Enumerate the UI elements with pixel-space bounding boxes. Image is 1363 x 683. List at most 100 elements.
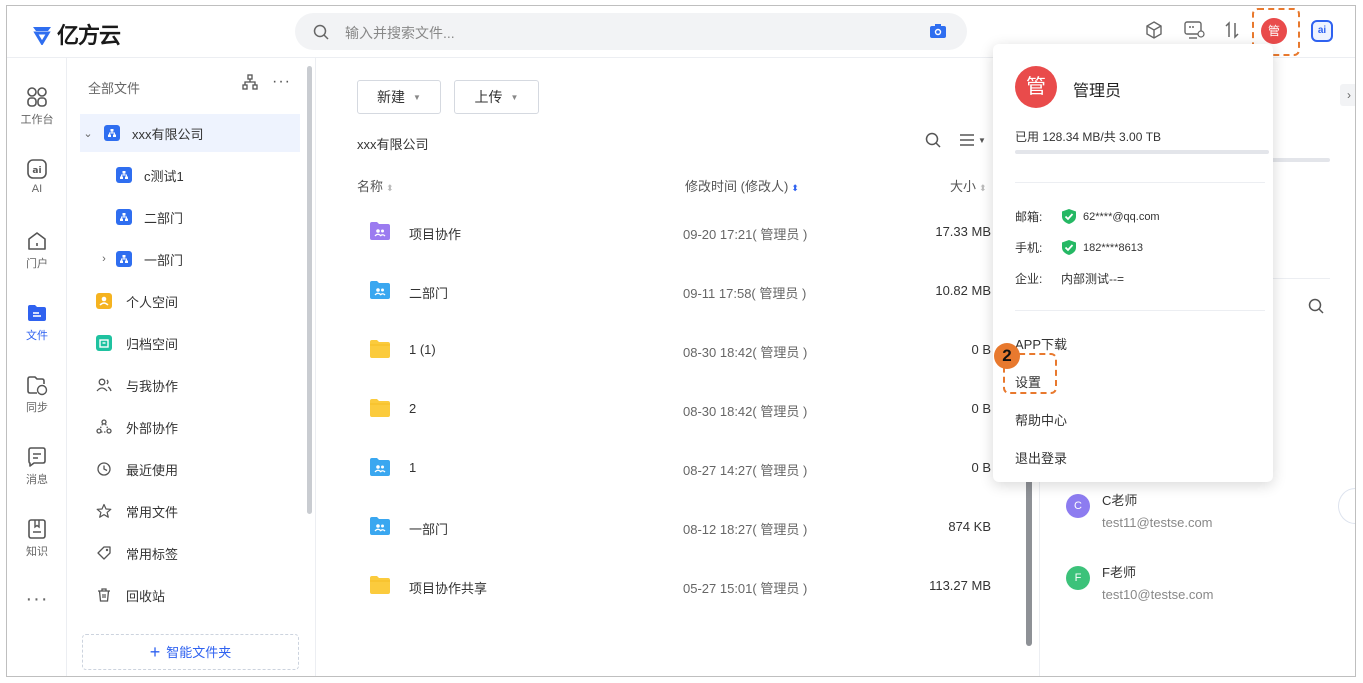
upload-button-label: 上传 bbox=[474, 89, 503, 105]
cube-icon[interactable] bbox=[1145, 20, 1163, 40]
list-view-icon[interactable]: ▼ bbox=[959, 133, 986, 147]
file-name[interactable]: 项目协作 bbox=[409, 224, 461, 243]
nav-item-favorites[interactable]: 常用文件 bbox=[80, 492, 300, 530]
rail-item-portal[interactable]: 门户 bbox=[7, 230, 67, 271]
divider bbox=[1015, 310, 1265, 311]
ai-icon[interactable]: ai bbox=[1311, 20, 1333, 42]
org-icon bbox=[116, 251, 132, 267]
file-row[interactable]: 1 (1) 08-30 18:42( 管理员 ) 0 B bbox=[357, 331, 997, 371]
rail-item-messages[interactable]: 消息 bbox=[7, 446, 67, 487]
breadcrumb[interactable]: xxx有限公司 bbox=[357, 134, 429, 153]
camera-icon[interactable] bbox=[929, 23, 947, 39]
user-dropdown-menu: 管 管理员 已用 128.34 MB/共 3.00 TB 邮箱: 62****@… bbox=[993, 44, 1273, 482]
phone-label: 手机: bbox=[1015, 241, 1043, 255]
caret-down-icon: ▼ bbox=[413, 92, 421, 102]
member-item[interactable]: C C老师 test11@testse.com bbox=[1066, 490, 1336, 540]
file-name[interactable]: 项目协作共享 bbox=[409, 578, 487, 597]
member-email: test11@testse.com bbox=[1102, 515, 1213, 530]
nav-item-external-collab[interactable]: 外部协作 bbox=[80, 408, 300, 446]
chevron-down-icon[interactable]: ⌄ bbox=[80, 127, 96, 140]
share-network-icon bbox=[96, 419, 112, 435]
smart-folder-button[interactable]: + 智能文件夹 bbox=[82, 634, 299, 670]
menu-item-help-center[interactable]: 帮助中心 bbox=[1015, 410, 1067, 429]
member-item[interactable]: F F老师 test10@testse.com bbox=[1066, 562, 1336, 612]
file-row[interactable]: 项目协作共享 05-27 15:01( 管理员 ) 113.27 MB bbox=[357, 567, 997, 607]
rail-item-knowledge[interactable]: 知识 bbox=[7, 518, 67, 559]
message-icon bbox=[28, 447, 46, 467]
more-icon[interactable]: ··· bbox=[7, 588, 67, 611]
folder-icon bbox=[369, 398, 391, 418]
nav-item-recycle-bin[interactable]: 回收站 bbox=[80, 576, 300, 614]
file-size: 113.27 MB bbox=[929, 578, 991, 593]
nav-label: 最近使用 bbox=[126, 462, 179, 478]
chevron-right-icon[interactable]: › bbox=[96, 253, 112, 265]
tree-item-dept[interactable]: 二部门 bbox=[80, 198, 300, 236]
org-icon bbox=[116, 167, 132, 183]
more-options-icon[interactable]: ··· bbox=[272, 74, 291, 90]
file-row[interactable]: 一部门 08-12 18:27( 管理员 ) 874 KB bbox=[357, 508, 997, 548]
rail-item-workbench[interactable]: 工作台 bbox=[7, 86, 67, 127]
nav-item-archive[interactable]: 归档空间 bbox=[80, 324, 300, 362]
column-label: 大小 bbox=[950, 179, 977, 194]
file-name[interactable]: 1 bbox=[409, 460, 416, 475]
chevron-right-icon[interactable]: › bbox=[1340, 84, 1355, 106]
file-name[interactable]: 1 (1) bbox=[409, 342, 436, 357]
caret-down-icon: ▼ bbox=[510, 92, 519, 102]
column-header-name[interactable]: 名称 ⬍ bbox=[357, 176, 394, 195]
nav-item-tags[interactable]: 常用标签 bbox=[80, 534, 300, 572]
file-row[interactable]: 项目协作 09-20 17:21( 管理员 ) 17.33 MB bbox=[357, 213, 997, 253]
search-icon[interactable] bbox=[1308, 298, 1324, 314]
transfer-icon[interactable] bbox=[1224, 20, 1240, 40]
tree-item-label: c测试1 bbox=[144, 168, 184, 184]
assistant-float-icon[interactable] bbox=[1338, 488, 1355, 524]
menu-item-logout[interactable]: 退出登录 bbox=[1015, 448, 1067, 467]
rail-item-ai[interactable]: ai AI bbox=[7, 158, 67, 195]
upload-button[interactable]: 上传 ▼ bbox=[454, 80, 539, 114]
knowledge-icon bbox=[28, 519, 46, 539]
file-name[interactable]: 2 bbox=[409, 401, 416, 416]
new-button[interactable]: 新建 ▼ bbox=[357, 80, 441, 114]
nav-item-recent[interactable]: 最近使用 bbox=[80, 450, 300, 488]
nav-label: 常用标签 bbox=[126, 546, 179, 562]
phone-value: 182****8613 bbox=[1083, 241, 1143, 254]
file-row[interactable]: 二部门 09-11 17:58( 管理员 ) 10.82 MB bbox=[357, 272, 997, 312]
tree-item-dept[interactable]: c测试1 bbox=[80, 156, 300, 194]
tree-item-label: xxx有限公司 bbox=[132, 126, 204, 142]
rail-label: 同步 bbox=[26, 402, 48, 414]
storage-usage: 已用 128.34 MB/共 3.00 TB bbox=[1015, 130, 1162, 144]
file-name[interactable]: 一部门 bbox=[409, 519, 448, 538]
rail-item-sync[interactable]: 同步 bbox=[7, 374, 67, 415]
nav-item-personal-space[interactable]: 个人空间 bbox=[80, 282, 300, 320]
file-name[interactable]: 二部门 bbox=[409, 283, 448, 302]
folder-icon bbox=[369, 457, 391, 477]
tree-scrollbar[interactable] bbox=[307, 66, 312, 514]
new-button-label: 新建 bbox=[377, 89, 406, 105]
users-icon bbox=[96, 377, 112, 393]
org-icon bbox=[116, 209, 132, 225]
file-row[interactable]: 1 08-27 14:27( 管理员 ) 0 B bbox=[357, 449, 997, 489]
tree-item-label: 一部门 bbox=[144, 252, 184, 268]
search-bar[interactable]: 输入并搜索文件... bbox=[295, 13, 967, 50]
personal-space-icon bbox=[96, 293, 112, 309]
search-input[interactable]: 输入并搜索文件... bbox=[345, 23, 455, 43]
logo[interactable]: 亿方云 bbox=[31, 18, 121, 50]
tree-item-dept[interactable]: › 一部门 bbox=[80, 240, 300, 278]
file-row[interactable]: 2 08-30 18:42( 管理员 ) 0 B bbox=[357, 390, 997, 430]
column-header-modified[interactable]: 修改时间 (修改人) ⬍ bbox=[685, 176, 799, 195]
file-modified: 09-20 17:21( 管理员 ) bbox=[683, 227, 808, 242]
member-name: F老师 bbox=[1102, 565, 1136, 580]
rail-label: 工作台 bbox=[20, 114, 54, 126]
tree-item-company[interactable]: ⌄ xxx有限公司 bbox=[80, 114, 300, 152]
list-tools: ▼ bbox=[925, 132, 986, 148]
nav-item-shared-with-me[interactable]: 与我协作 bbox=[80, 366, 300, 404]
storage-bar bbox=[1015, 150, 1269, 154]
column-header-size[interactable]: 大小 ⬍ bbox=[950, 176, 987, 195]
menu-item-app-download[interactable]: APP下载 bbox=[1015, 334, 1067, 353]
rail-item-files[interactable]: 文件 bbox=[7, 302, 67, 343]
sort-icon: ⬍ bbox=[386, 183, 394, 193]
svg-text:ai: ai bbox=[32, 166, 41, 176]
search-icon[interactable] bbox=[925, 132, 941, 148]
smart-folder-label: 智能文件夹 bbox=[166, 645, 232, 660]
monitor-icon[interactable] bbox=[1183, 20, 1205, 40]
org-chart-icon[interactable] bbox=[242, 74, 258, 90]
